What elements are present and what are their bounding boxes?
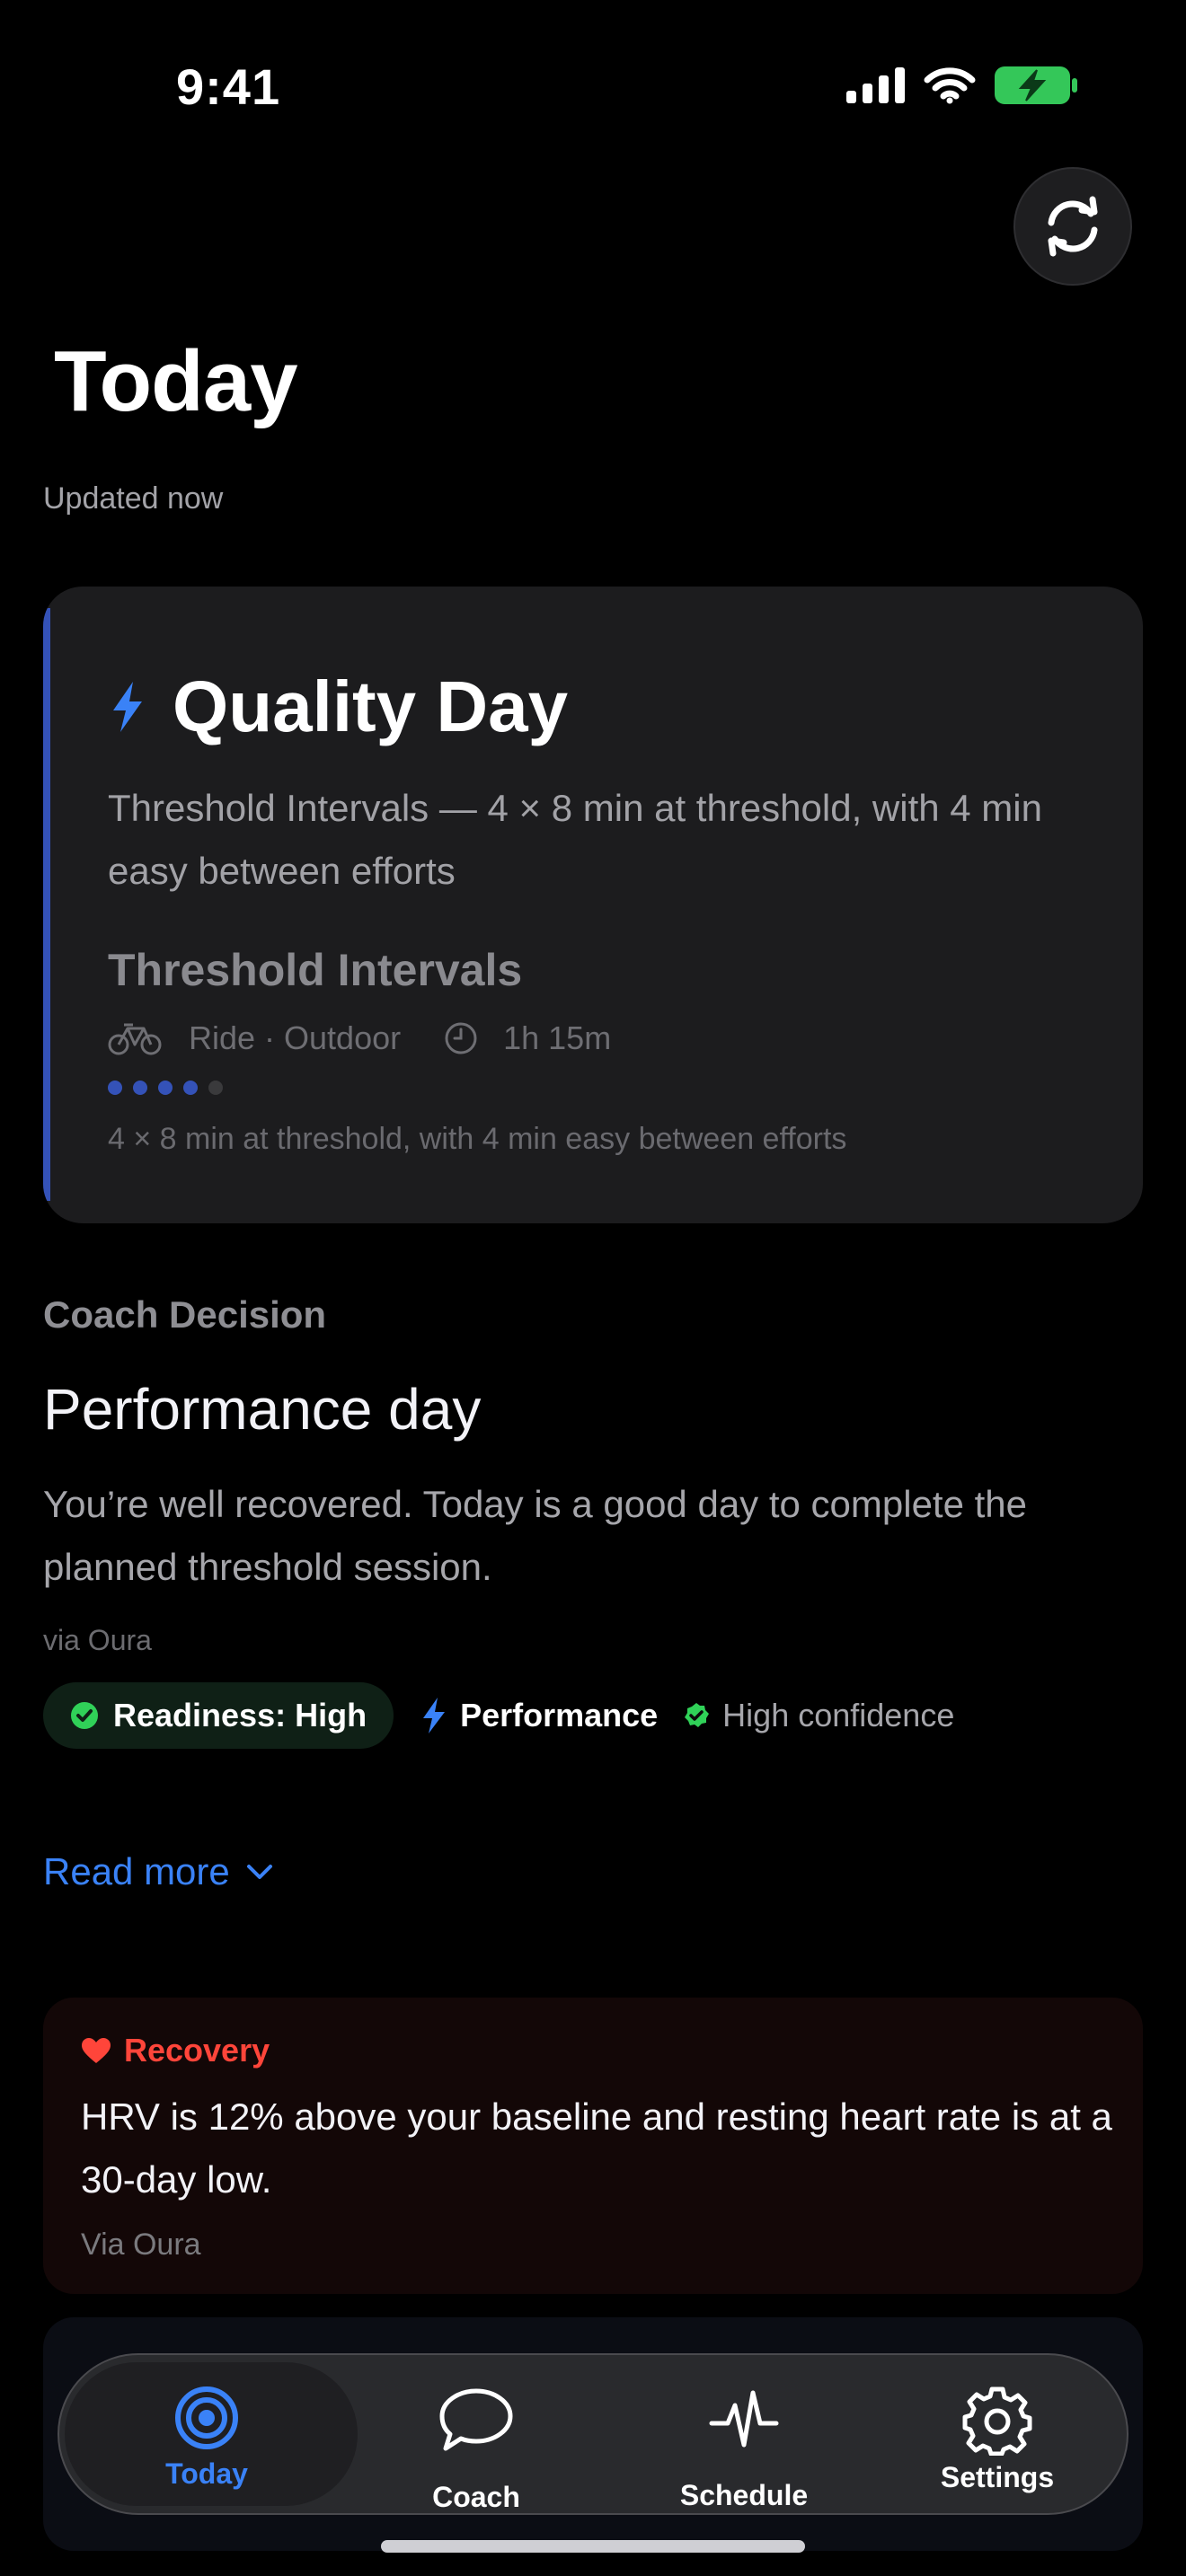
clock-icon [445,1022,477,1054]
bicycle-icon [108,1023,162,1055]
decision-chips: Readiness: High Performance High confide… [43,1682,954,1749]
tab-schedule[interactable]: Schedule [645,2386,843,2512]
confidence-label: High confidence [722,1697,955,1734]
decision-source: via Oura [43,1624,152,1656]
recovery-card[interactable]: Recovery HRV is 12% above your baseline … [43,1998,1143,2294]
wifi-icon [924,67,976,104]
target-icon [175,2386,238,2449]
tab-today-label: Today [165,2457,248,2490]
decision-text: You’re well recovered. Today is a good d… [43,1483,1028,1588]
workout-detail: 4 × 8 min at threshold, with 4 min easy … [108,1122,847,1156]
intensity-dot-filled [133,1081,147,1095]
quality-day-card[interactable]: Quality Day Threshold Intervals — 4 × 8 … [43,587,1143,1223]
readiness-label: Readiness: High [113,1697,367,1734]
refresh-button[interactable] [1013,167,1132,286]
chevron-down-icon [246,1865,272,1879]
tab-settings-label: Settings [940,2461,1055,2493]
recovery-header: Recovery [81,2032,270,2069]
pulse-icon [709,2390,779,2448]
decision-title: Performance day [43,1377,482,1442]
intensity-dot-filled [183,1081,198,1095]
recovery-label: Recovery [124,2032,270,2069]
intensity-dot-empty [208,1081,223,1095]
performance-chip: Performance [420,1697,658,1734]
chat-bubble-icon [439,2388,513,2451]
readiness-chip: Readiness: High [43,1682,394,1749]
verified-badge-icon [685,1703,710,1727]
status-icons [846,65,1078,106]
bolt-icon [423,1698,446,1734]
workout-duration: 1h 15m [503,1019,612,1056]
plan-title-row: Quality Day [108,666,568,748]
intensity-dot-filled [158,1081,173,1095]
tab-settings[interactable]: Settings [898,2384,1096,2494]
workout-name: Threshold Intervals [108,945,523,995]
status-time: 9:41 [176,58,281,115]
tab-today[interactable]: Today [119,2386,295,2491]
performance-label: Performance [460,1697,659,1734]
heart-icon [82,2038,111,2063]
battery-charging-icon [995,66,1077,104]
intensity-dot-filled [108,1081,122,1095]
plan-title: Quality Day [173,666,569,746]
cellular-signal-icon [846,67,905,103]
intensity-dots [108,1081,223,1095]
gear-icon [962,2386,1032,2456]
tab-coach-label: Coach [432,2481,520,2513]
tab-coach[interactable]: Coach [377,2387,575,2514]
home-indicator [381,2540,805,2553]
workout-meta: Ride · Outdoor 1h 15m [108,1019,611,1057]
refresh-icon [1048,196,1098,257]
plan-description: Threshold Intervals — 4 × 8 min at thres… [108,787,1042,892]
workout-sport: Ride · Outdoor [189,1019,402,1056]
coach-decision-label: Coach Decision [43,1293,327,1336]
read-more-label: Read more [43,1850,230,1892]
confidence-chip: High confidence [683,1697,954,1734]
tab-schedule-label: Schedule [679,2479,809,2511]
updated-timestamp: Updated now [43,481,224,516]
page-title: Today [54,333,298,429]
recovery-text: HRV is 12% above your baseline and resti… [81,2095,1112,2201]
recovery-source: Via Oura [81,2228,201,2262]
check-circle-icon [71,1702,98,1729]
tab-bar: Today Coach Schedule Settings [58,2353,1128,2515]
bolt-icon [113,682,142,732]
card-accent-bar [43,608,50,1201]
read-more-button[interactable]: Read more [43,1850,273,1893]
